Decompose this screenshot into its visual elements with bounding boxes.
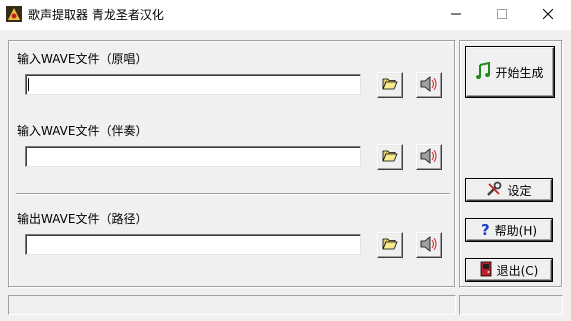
output-path-field[interactable] — [25, 234, 361, 255]
output-path-label: 输出WAVE文件（路径） — [17, 212, 148, 226]
generate-button-label: 开始生成 — [495, 65, 544, 80]
input-original-field[interactable] — [25, 74, 361, 95]
generate-button[interactable]: 开始生成 — [466, 47, 554, 97]
browse-output-button[interactable] — [377, 232, 403, 258]
speaker-icon — [420, 147, 438, 167]
music-note-icon — [476, 61, 491, 83]
input-accompaniment-field[interactable] — [25, 146, 361, 167]
minimize-icon — [451, 8, 461, 22]
tools-icon — [486, 181, 502, 200]
title-bar[interactable]: 歌声提取器 青龙圣者汉化 — [0, 0, 571, 30]
folder-open-icon — [382, 237, 398, 254]
app-logo-icon — [6, 6, 22, 22]
speaker-icon — [420, 75, 438, 95]
close-button[interactable] — [525, 0, 571, 30]
help-button[interactable]: ? 帮助(H) — [466, 219, 552, 241]
close-icon — [542, 8, 554, 22]
settings-button[interactable]: 设定 — [466, 179, 552, 201]
play-original-button[interactable] — [416, 72, 442, 98]
question-icon: ? — [480, 220, 490, 239]
window-title: 歌声提取器 青龙圣者汉化 — [28, 8, 164, 22]
maximize-button[interactable] — [479, 0, 525, 30]
exit-button-label: 退出(C) — [496, 263, 539, 278]
input-accompaniment-label: 输入WAVE文件（伴奏） — [17, 124, 148, 138]
text-caret — [28, 78, 29, 91]
play-accompaniment-button[interactable] — [416, 144, 442, 170]
help-button-label: 帮助(H) — [494, 223, 538, 238]
input-original-label: 输入WAVE文件（原唱） — [17, 52, 148, 66]
play-output-button[interactable] — [416, 232, 442, 258]
exit-door-icon — [480, 261, 492, 280]
browse-accompaniment-button[interactable] — [377, 144, 403, 170]
folder-open-icon — [382, 149, 398, 166]
browse-original-button[interactable] — [377, 72, 403, 98]
settings-button-label: 设定 — [507, 183, 532, 198]
status-bar-right — [459, 295, 563, 315]
status-bar-left — [8, 295, 456, 315]
minimize-button[interactable] — [433, 0, 479, 30]
folder-open-icon — [382, 77, 398, 94]
section-divider — [16, 193, 450, 195]
speaker-icon — [420, 235, 438, 255]
exit-button[interactable]: 退出(C) — [466, 259, 552, 281]
maximize-icon — [497, 8, 507, 22]
